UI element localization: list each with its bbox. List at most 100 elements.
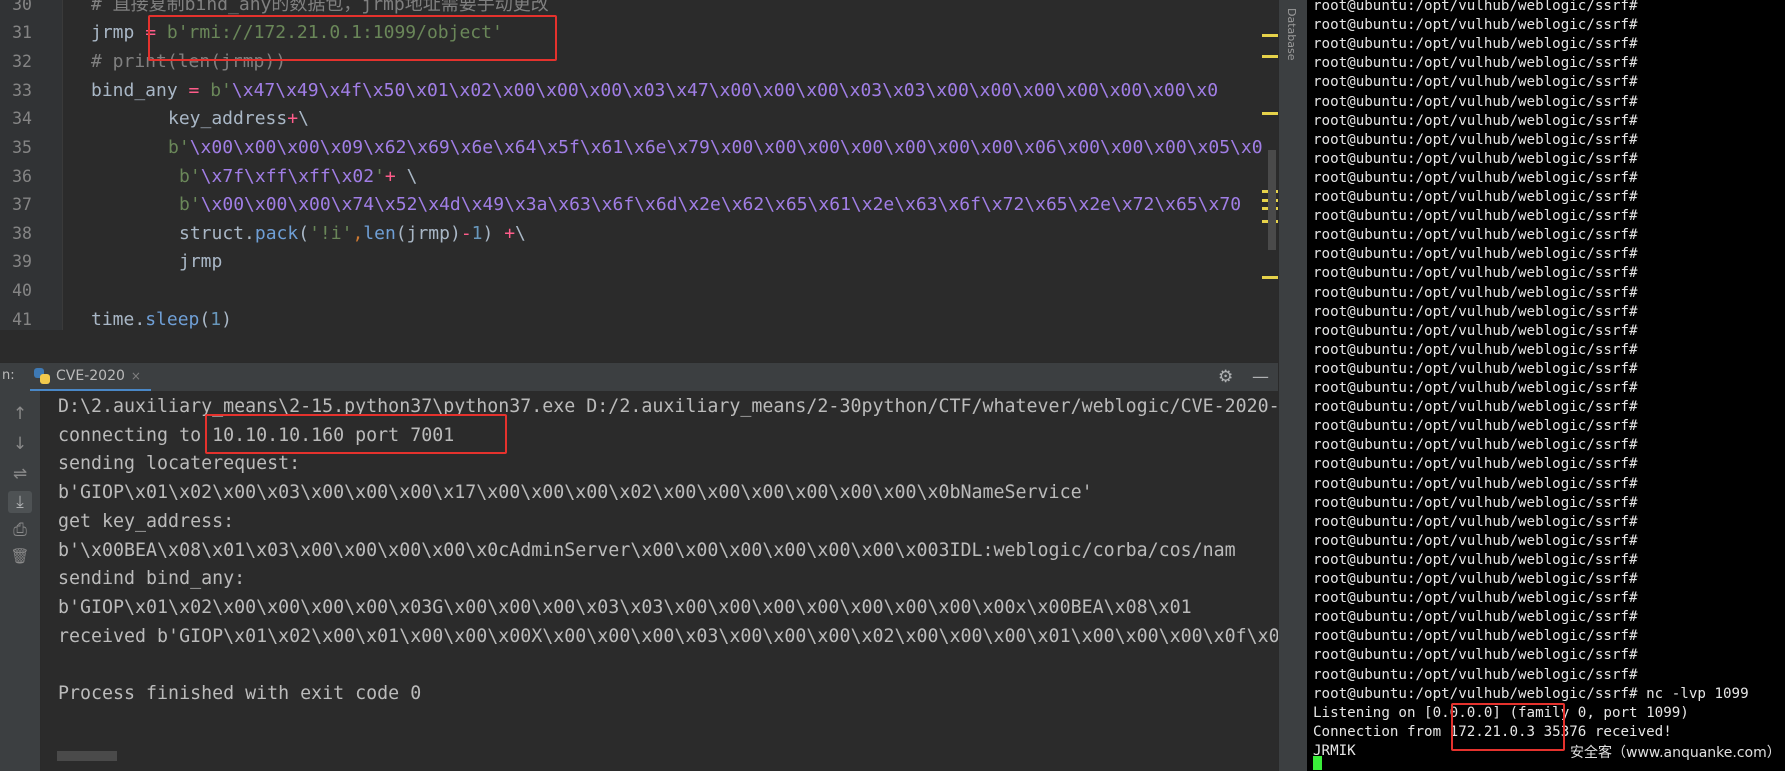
terminal-line: root@ubuntu:/opt/vulhub/weblogic/ssrf# [1313, 227, 1638, 244]
terminal-line: root@ubuntu:/opt/vulhub/weblogic/ssrf# [1313, 551, 1638, 568]
line-number: 39 [12, 252, 32, 271]
terminal-line: root@ubuntu:/opt/vulhub/weblogic/ssrf# [1313, 494, 1638, 511]
database-tool-strip[interactable]: Database [1278, 0, 1307, 771]
code-line-33: bind_any = b'\x47\x49\x4f\x50\x01\x02\x0… [91, 77, 1218, 106]
terminal-line: root@ubuntu:/opt/vulhub/weblogic/ssrf# [1313, 322, 1638, 339]
bytes-prefix: b' [179, 194, 201, 215]
tab-label: CVE-2020 [56, 368, 125, 384]
terminal-line: root@ubuntu:/opt/vulhub/weblogic/ssrf# [1313, 456, 1638, 473]
terminal-line: root@ubuntu:/opt/vulhub/weblogic/ssrf# [1313, 647, 1638, 664]
run-label: n: [2, 368, 15, 383]
terminal-line: root@ubuntu:/opt/vulhub/weblogic/ssrf# [1313, 475, 1638, 492]
sleep-function: sleep [145, 309, 200, 330]
terminal-line: root@ubuntu:/opt/vulhub/weblogic/ssrf# [1313, 399, 1638, 416]
highlight-jrmp-address [148, 15, 557, 61]
console-scrollbar[interactable] [57, 751, 117, 761]
hex-bytes: \x7f\xff\xff\x02 [200, 166, 375, 187]
scroll-down-icon[interactable]: ↓ [8, 433, 32, 455]
python-icon [34, 368, 50, 384]
terminal-line: root@ubuntu:/opt/vulhub/weblogic/ssrf# [1313, 360, 1638, 377]
terminal-line: root@ubuntu:/opt/vulhub/weblogic/ssrf# [1313, 380, 1638, 396]
bytes-prefix: b' [168, 137, 190, 158]
database-label: Database [1285, 8, 1298, 61]
console-line: b'GIOP\x01\x02\x00\x03\x00\x00\x00\x17\x… [58, 482, 1093, 503]
dot: . [244, 223, 255, 244]
terminal-line: root@ubuntu:/opt/vulhub/weblogic/ssrf# [1313, 17, 1638, 34]
comma: , [352, 223, 364, 244]
bytes-suffix: ' [374, 166, 385, 187]
line-number: 35 [12, 138, 32, 157]
warning-marker[interactable] [1262, 112, 1278, 115]
line-number: 31 [12, 23, 32, 42]
terminal-line: root@ubuntu:/opt/vulhub/weblogic/ssrf# [1313, 93, 1638, 110]
bind-any-variable: bind_any [91, 80, 178, 101]
number-literal: 1 [471, 223, 483, 244]
terminal-cursor [1313, 756, 1322, 770]
trash-icon[interactable]: 🗑 [8, 545, 32, 567]
gear-icon[interactable]: ⚙ [1218, 367, 1233, 387]
terminal-line: root@ubuntu:/opt/vulhub/weblogic/ssrf# [1313, 532, 1638, 549]
console-line: get key_address: [58, 511, 235, 532]
terminal-line: root@ubuntu:/opt/vulhub/weblogic/ssrf# [1313, 131, 1638, 148]
terminal-line: root@ubuntu:/opt/vulhub/weblogic/ssrf# [1313, 590, 1638, 607]
len-function: len [363, 223, 396, 244]
console-line: sending locaterequest: [58, 453, 301, 474]
hex-bytes: \x00\x00\x00\x74\x52\x4d\x49\x3a\x63\x6f… [200, 194, 1242, 215]
scroll-up-icon[interactable]: ↑ [8, 403, 32, 425]
minus-operator: - [460, 223, 472, 244]
line-number: 34 [12, 109, 32, 128]
line-continuation: \ [395, 166, 418, 187]
run-toolbar: ↑ ↓ ⇌ ⤓ ⎙ 🗑 [0, 391, 41, 771]
line-number: 36 [12, 167, 32, 186]
terminal-line: root@ubuntu:/opt/vulhub/weblogic/ssrf# [1313, 628, 1638, 645]
console-line: b'\x00BEA\x08\x01\x03\x00\x00\x00\x00\x0… [58, 540, 1236, 561]
terminal-line: root@ubuntu:/opt/vulhub/weblogic/ssrf# [1313, 265, 1638, 282]
console-line: sendind bind_any: [58, 568, 246, 589]
terminal-line: root@ubuntu:/opt/vulhub/weblogic/ssrf# [1313, 36, 1638, 53]
print-icon[interactable]: ⎙ [8, 519, 32, 541]
terminal-line: root@ubuntu:/opt/vulhub/weblogic/ssrf# [1313, 303, 1638, 320]
terminal-window[interactable]: root@ubuntu:/opt/vulhub/weblogic/ssrf# ro… [1307, 0, 1785, 771]
minimize-icon[interactable]: — [1252, 367, 1269, 387]
jrmp-variable: jrmp [91, 22, 135, 43]
line-number: 30 [12, 0, 32, 14]
warning-marker[interactable] [1262, 276, 1278, 279]
soft-wrap-icon[interactable]: ⇌ [8, 463, 32, 485]
watermark: 安全客（www.anquanke.com） [1570, 745, 1781, 761]
terminal-line: root@ubuntu:/opt/vulhub/weblogic/ssrf# n… [1313, 685, 1749, 702]
console-line: b'GIOP\x01\x02\x00\x00\x00\x00\x03G\x00\… [58, 597, 1192, 618]
console-line: received b'GIOP\x01\x02\x00\x01\x00\x00\… [58, 626, 1278, 647]
line-number: 40 [12, 281, 32, 300]
code-line-39: jrmp [179, 251, 223, 272]
close-tab-icon[interactable]: × [131, 369, 141, 383]
scroll-to-end-icon[interactable]: ⤓ [8, 491, 32, 513]
hex-bytes: \x00\x00\x00\x09\x62\x69\x6e\x64\x5f\x61… [189, 137, 1263, 158]
paren-close: ) [221, 309, 232, 330]
line-continuation: \ [298, 108, 309, 129]
run-tab-cve-2020[interactable]: CVE-2020 × [30, 363, 151, 391]
paren-close: ) [482, 223, 494, 244]
terminal-line: root@ubuntu:/opt/vulhub/weblogic/ssrf# [1313, 189, 1638, 205]
dot: . [134, 309, 146, 330]
terminal-line: root@ubuntu:/opt/vulhub/weblogic/ssrf# [1313, 246, 1638, 263]
gutter-divider [62, 0, 63, 330]
terminal-line: root@ubuntu:/opt/vulhub/weblogic/ssrf# [1313, 437, 1638, 454]
terminal-line: root@ubuntu:/opt/vulhub/weblogic/ssrf# [1313, 666, 1638, 683]
terminal-line: root@ubuntu:/opt/vulhub/weblogic/ssrf# [1313, 609, 1638, 626]
code-line-41: time.sleep(1) [91, 306, 232, 330]
terminal-line: root@ubuntu:/opt/vulhub/weblogic/ssrf# [1313, 150, 1638, 167]
terminal-line: root@ubuntu:/opt/vulhub/weblogic/ssrf# [1313, 418, 1638, 435]
warning-marker[interactable] [1262, 34, 1278, 37]
editor-scrollbar[interactable] [1268, 150, 1276, 250]
terminal-line: root@ubuntu:/opt/vulhub/weblogic/ssrf# [1313, 55, 1638, 72]
terminal-line: root@ubuntu:/opt/vulhub/weblogic/ssrf# [1313, 284, 1638, 301]
line-number: 37 [12, 195, 32, 214]
line-number: 32 [12, 52, 32, 71]
console-line: Process finished with exit code 0 [58, 683, 422, 704]
line-number-gutter: 30 31 32 33 34 35 36 37 38 39 40 41 [0, 0, 62, 330]
bytes-prefix: b' [179, 166, 201, 187]
code-line-38: struct.pack('!i',len(jrmp)-1) +\ [179, 220, 526, 249]
paren-open: ( [199, 309, 211, 330]
warning-marker[interactable] [1262, 55, 1278, 58]
terminal-line: root@ubuntu:/opt/vulhub/weblogic/ssrf# [1313, 571, 1638, 587]
